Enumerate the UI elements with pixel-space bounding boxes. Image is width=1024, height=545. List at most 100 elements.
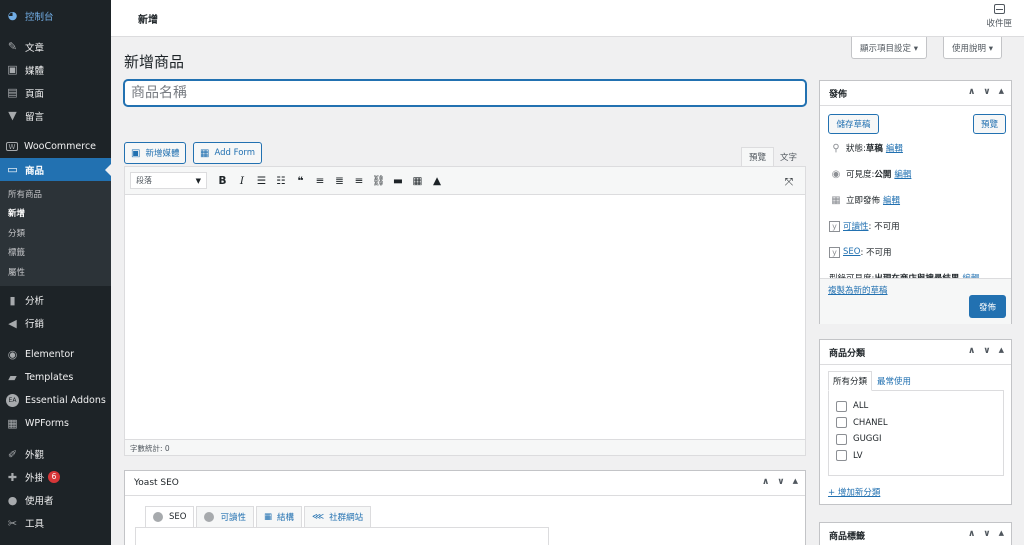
sidebar-item-plugins[interactable]: ✚ 外掛 6	[0, 466, 111, 489]
tab-all-categories[interactable]: 所有分類	[828, 371, 873, 391]
product-tags-box: 商品標籤 ∧ ∨ ▲	[819, 522, 1012, 545]
category-item[interactable]: ALL	[836, 398, 996, 415]
tab-text[interactable]: 文字	[773, 147, 804, 166]
sidebar-item-essential-addons[interactable]: EA Essential Addons	[0, 389, 111, 412]
sidebar-item-templates[interactable]: ▰ Templates	[0, 366, 111, 389]
submenu-all-products[interactable]: 所有商品	[0, 184, 111, 204]
tab-seo[interactable]: SEO	[145, 506, 195, 527]
pin-icon: ⚲	[832, 142, 840, 154]
edit-publish-time-link[interactable]: 編輯	[883, 194, 900, 206]
move-down-icon[interactable]: ∨	[983, 529, 990, 539]
sidebar-item-tools[interactable]: ✂ 工具	[0, 512, 111, 535]
sidebar-item-users[interactable]: ● 使用者	[0, 489, 111, 512]
read-more-icon[interactable]: ▬	[389, 171, 408, 190]
copy-to-draft-link[interactable]: 複製為新的草稿	[828, 284, 888, 296]
move-up-icon[interactable]: ∧	[968, 529, 975, 539]
sidebar-item-products[interactable]: ▭ 商品	[0, 158, 111, 181]
publish-box-header: 發佈 ∧ ∨ ▲	[820, 81, 1011, 106]
submenu-categories[interactable]: 分類	[0, 223, 111, 243]
numbered-list-icon[interactable]: ☷	[272, 171, 291, 190]
move-up-icon[interactable]: ∧	[968, 87, 975, 97]
editor-body[interactable]	[125, 195, 805, 440]
category-list: ALL CHANEL GUGGI LV	[828, 390, 1004, 476]
calendar-icon: ▦	[831, 194, 841, 206]
sidebar-item-posts[interactable]: ✎ 文章	[0, 35, 111, 58]
fullscreen-icon[interactable]: ⤧	[780, 173, 799, 192]
collapse-icon[interactable]: ▲	[793, 477, 798, 487]
tab-social[interactable]: ⋘ 社群網站	[304, 506, 372, 527]
seo-link[interactable]: SEO	[843, 247, 860, 257]
publish-box: 發佈 ∧ ∨ ▲ 儲存草稿 預覽 ⚲ 狀態: 草稿 編輯 ◉ 可見度: 公開 編…	[819, 80, 1012, 324]
align-right-icon[interactable]: ≡	[350, 171, 369, 190]
bar-chart-icon: ▮	[9, 293, 16, 307]
edit-status-link[interactable]: 編輯	[886, 142, 903, 154]
save-draft-button[interactable]: 儲存草稿	[828, 114, 879, 134]
add-media-button[interactable]: ▣ 新增媒體	[124, 142, 187, 164]
inbox-icon	[993, 4, 1005, 14]
publish-button[interactable]: 發佈	[969, 295, 1006, 318]
sidebar-item-marketing[interactable]: ◀ 行銷	[0, 312, 111, 335]
submenu-add-new[interactable]: 新增	[0, 204, 111, 224]
sidebar-item-wpforms[interactable]: ▦ WPForms	[0, 412, 111, 435]
tab-most-used[interactable]: 最常使用	[872, 371, 916, 391]
collapse-icon[interactable]: ▲	[999, 346, 1004, 356]
screen-options-button[interactable]: 顯示項目設定 ▾	[851, 37, 927, 59]
yoast-content-area	[135, 527, 549, 545]
checkbox[interactable]	[836, 400, 847, 412]
sidebar-item-elementor[interactable]: ◉ Elementor	[0, 343, 111, 366]
tab-readability[interactable]: 可讀性	[196, 506, 254, 527]
tab-visual[interactable]: 預覽	[741, 147, 775, 166]
sidebar-item-comments[interactable]: ▼ 留言	[0, 104, 111, 127]
sidebar-item-appearance[interactable]: ✐ 外觀	[0, 443, 111, 466]
sidebar-item-media[interactable]: ▣ 媒體	[0, 58, 111, 81]
checkbox[interactable]	[836, 417, 847, 429]
category-item[interactable]: LV	[836, 448, 996, 465]
submenu-tags[interactable]: 標籤	[0, 243, 111, 263]
sidebar-item-woocommerce[interactable]: W WooCommerce	[0, 135, 111, 158]
help-button[interactable]: 使用說明 ▾	[943, 37, 1002, 59]
user-icon: ●	[7, 493, 18, 507]
tab-schema[interactable]: ▦ 結構	[255, 506, 303, 527]
link-icon[interactable]: ⛓	[369, 171, 388, 190]
brush-icon: ✐	[7, 447, 18, 461]
submenu-attributes[interactable]: 屬性	[0, 262, 111, 282]
category-item[interactable]: CHANEL	[836, 415, 996, 432]
sidebar-item-dashboard[interactable]: ◕ 控制台	[0, 4, 111, 27]
align-left-icon[interactable]: ≡	[311, 171, 330, 190]
move-down-icon[interactable]: ∨	[983, 346, 990, 356]
bold-icon[interactable]: B	[213, 171, 232, 190]
form-icon: ▦	[7, 416, 18, 430]
checkbox[interactable]	[836, 450, 847, 462]
move-down-icon[interactable]: ∨	[777, 477, 784, 487]
add-category-link[interactable]: + 增加新分類	[828, 486, 1004, 498]
category-item[interactable]: GUGGI	[836, 431, 996, 448]
move-up-icon[interactable]: ∧	[968, 346, 975, 356]
graduation-cap-icon[interactable]: ▲	[428, 171, 447, 190]
sidebar-item-pages[interactable]: ▤ 頁面	[0, 81, 111, 104]
woocommerce-icon: W	[6, 142, 18, 151]
admin-sidebar: ◕ 控制台 ✎ 文章 ▣ 媒體 ▤ 頁面 ▼ 留言 W WooCommerce …	[0, 0, 111, 545]
edit-visibility-link[interactable]: 編輯	[894, 168, 911, 180]
add-form-button[interactable]: ▦ Add Form	[193, 142, 263, 164]
move-up-icon[interactable]: ∧	[762, 477, 769, 487]
align-center-icon[interactable]: ≣	[330, 171, 349, 190]
toolbar-toggle-icon[interactable]: ▦	[408, 171, 427, 190]
readability-link[interactable]: 可讀性	[843, 220, 869, 232]
move-down-icon[interactable]: ∨	[983, 87, 990, 97]
tags-header: 商品標籤 ∧ ∨ ▲	[820, 523, 1011, 545]
product-name-input[interactable]	[124, 80, 806, 106]
collapse-icon[interactable]: ▲	[999, 87, 1004, 97]
blockquote-icon[interactable]: ❝	[291, 171, 310, 190]
top-header: 新增 收件匣	[111, 0, 1024, 37]
preview-button[interactable]: 預覽	[973, 114, 1006, 134]
page-title: 新增商品	[124, 53, 185, 71]
inbox-button[interactable]: 收件匣	[986, 4, 1012, 29]
format-select[interactable]: 段落 ▼	[130, 172, 207, 189]
plugins-update-badge: 6	[48, 471, 61, 483]
comment-icon: ▼	[8, 109, 17, 122]
italic-icon[interactable]: I	[233, 171, 252, 190]
bullet-list-icon[interactable]: ☰	[252, 171, 271, 190]
sidebar-item-analytics[interactable]: ▮ 分析	[0, 289, 111, 312]
checkbox[interactable]	[836, 433, 847, 445]
collapse-icon[interactable]: ▲	[999, 529, 1004, 539]
